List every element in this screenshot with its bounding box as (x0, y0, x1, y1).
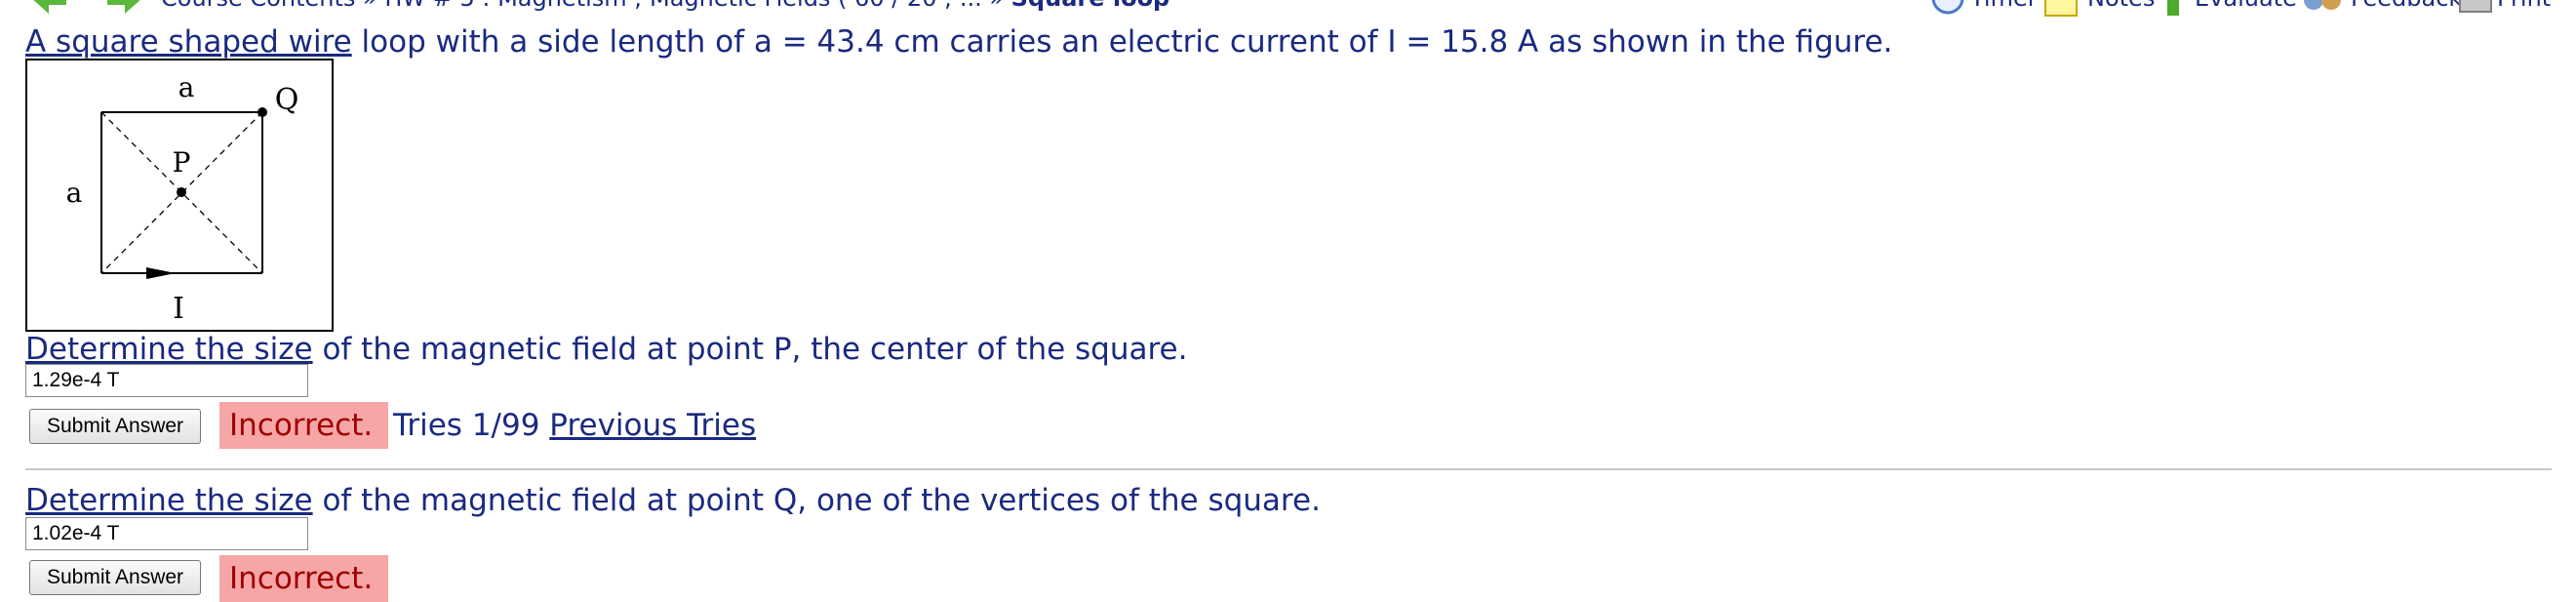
breadcrumb-current: Square loop (1011, 0, 1170, 12)
current-arrow (146, 267, 176, 279)
part1-answer-input[interactable]: 1.29e-4 T (25, 364, 308, 397)
square-loop-figure: a a Q P I (25, 59, 334, 332)
label-left-a: a (66, 177, 83, 209)
feedback-link[interactable]: Feedback (2351, 0, 2462, 13)
point-p-dot (177, 187, 186, 197)
part1-tries: Tries 1/99 Previous Tries (393, 402, 756, 449)
timer-icon[interactable] (1931, 0, 1964, 18)
back-arrow-icon[interactable] (29, 0, 68, 18)
part1-submit-button[interactable]: Submit Answer (29, 409, 201, 444)
forward-arrow-icon[interactable] (105, 0, 144, 18)
notes-icon[interactable] (2043, 0, 2079, 18)
part2-status-badge: Incorrect. (219, 555, 388, 602)
part-divider (25, 468, 2552, 470)
label-top-a: a (178, 71, 195, 103)
part1-status-badge: Incorrect. (219, 402, 388, 449)
part2-question: Determine the size of the magnetic field… (25, 481, 1321, 520)
problem-statement: A square shaped wire loop with a side le… (25, 22, 1892, 61)
point-q-dot (258, 107, 267, 117)
breadcrumb[interactable]: Course Contents » HW # 5 : Magnetism ; M… (161, 0, 1169, 13)
part1-previous-tries-link[interactable]: Previous Tries (549, 408, 756, 443)
part1-question-rest: of the magnetic field at point P, the ce… (312, 332, 1188, 367)
part2-submit-button[interactable]: Submit Answer (29, 560, 201, 595)
timer-link[interactable]: Timer (1970, 0, 2038, 13)
part1-question-link[interactable]: Determine the size (25, 332, 313, 367)
evaluate-link[interactable]: Evaluate (2195, 0, 2297, 13)
feedback-icon[interactable] (2302, 0, 2345, 18)
top-navigation: Course Contents » HW # 5 : Magnetism ; M… (0, 0, 2576, 18)
notes-link[interactable]: Notes (2087, 0, 2155, 13)
problem-statement-rest: loop with a side length of a = 43.4 cm c… (351, 24, 1893, 60)
part1-tries-count: Tries 1/99 (393, 408, 540, 443)
part2-answer-input[interactable]: 1.02e-4 T (25, 517, 308, 550)
part2-question-rest: of the magnetic field at point Q, one of… (312, 483, 1321, 518)
square-loop-diagram: a a Q P I (66, 71, 299, 326)
part2-question-link[interactable]: Determine the size (25, 483, 313, 518)
label-p: P (173, 146, 191, 179)
print-link[interactable]: Print (2497, 0, 2551, 13)
print-icon[interactable] (2456, 0, 2495, 18)
label-i: I (173, 292, 184, 326)
problem-statement-link[interactable]: A square shaped wire (25, 24, 352, 60)
part1-question: Determine the size of the magnetic field… (25, 330, 1187, 369)
breadcrumb-path[interactable]: Course Contents » HW # 5 : Magnetism ; M… (161, 0, 1011, 12)
label-q: Q (275, 83, 299, 117)
evaluate-icon[interactable] (2163, 0, 2183, 18)
